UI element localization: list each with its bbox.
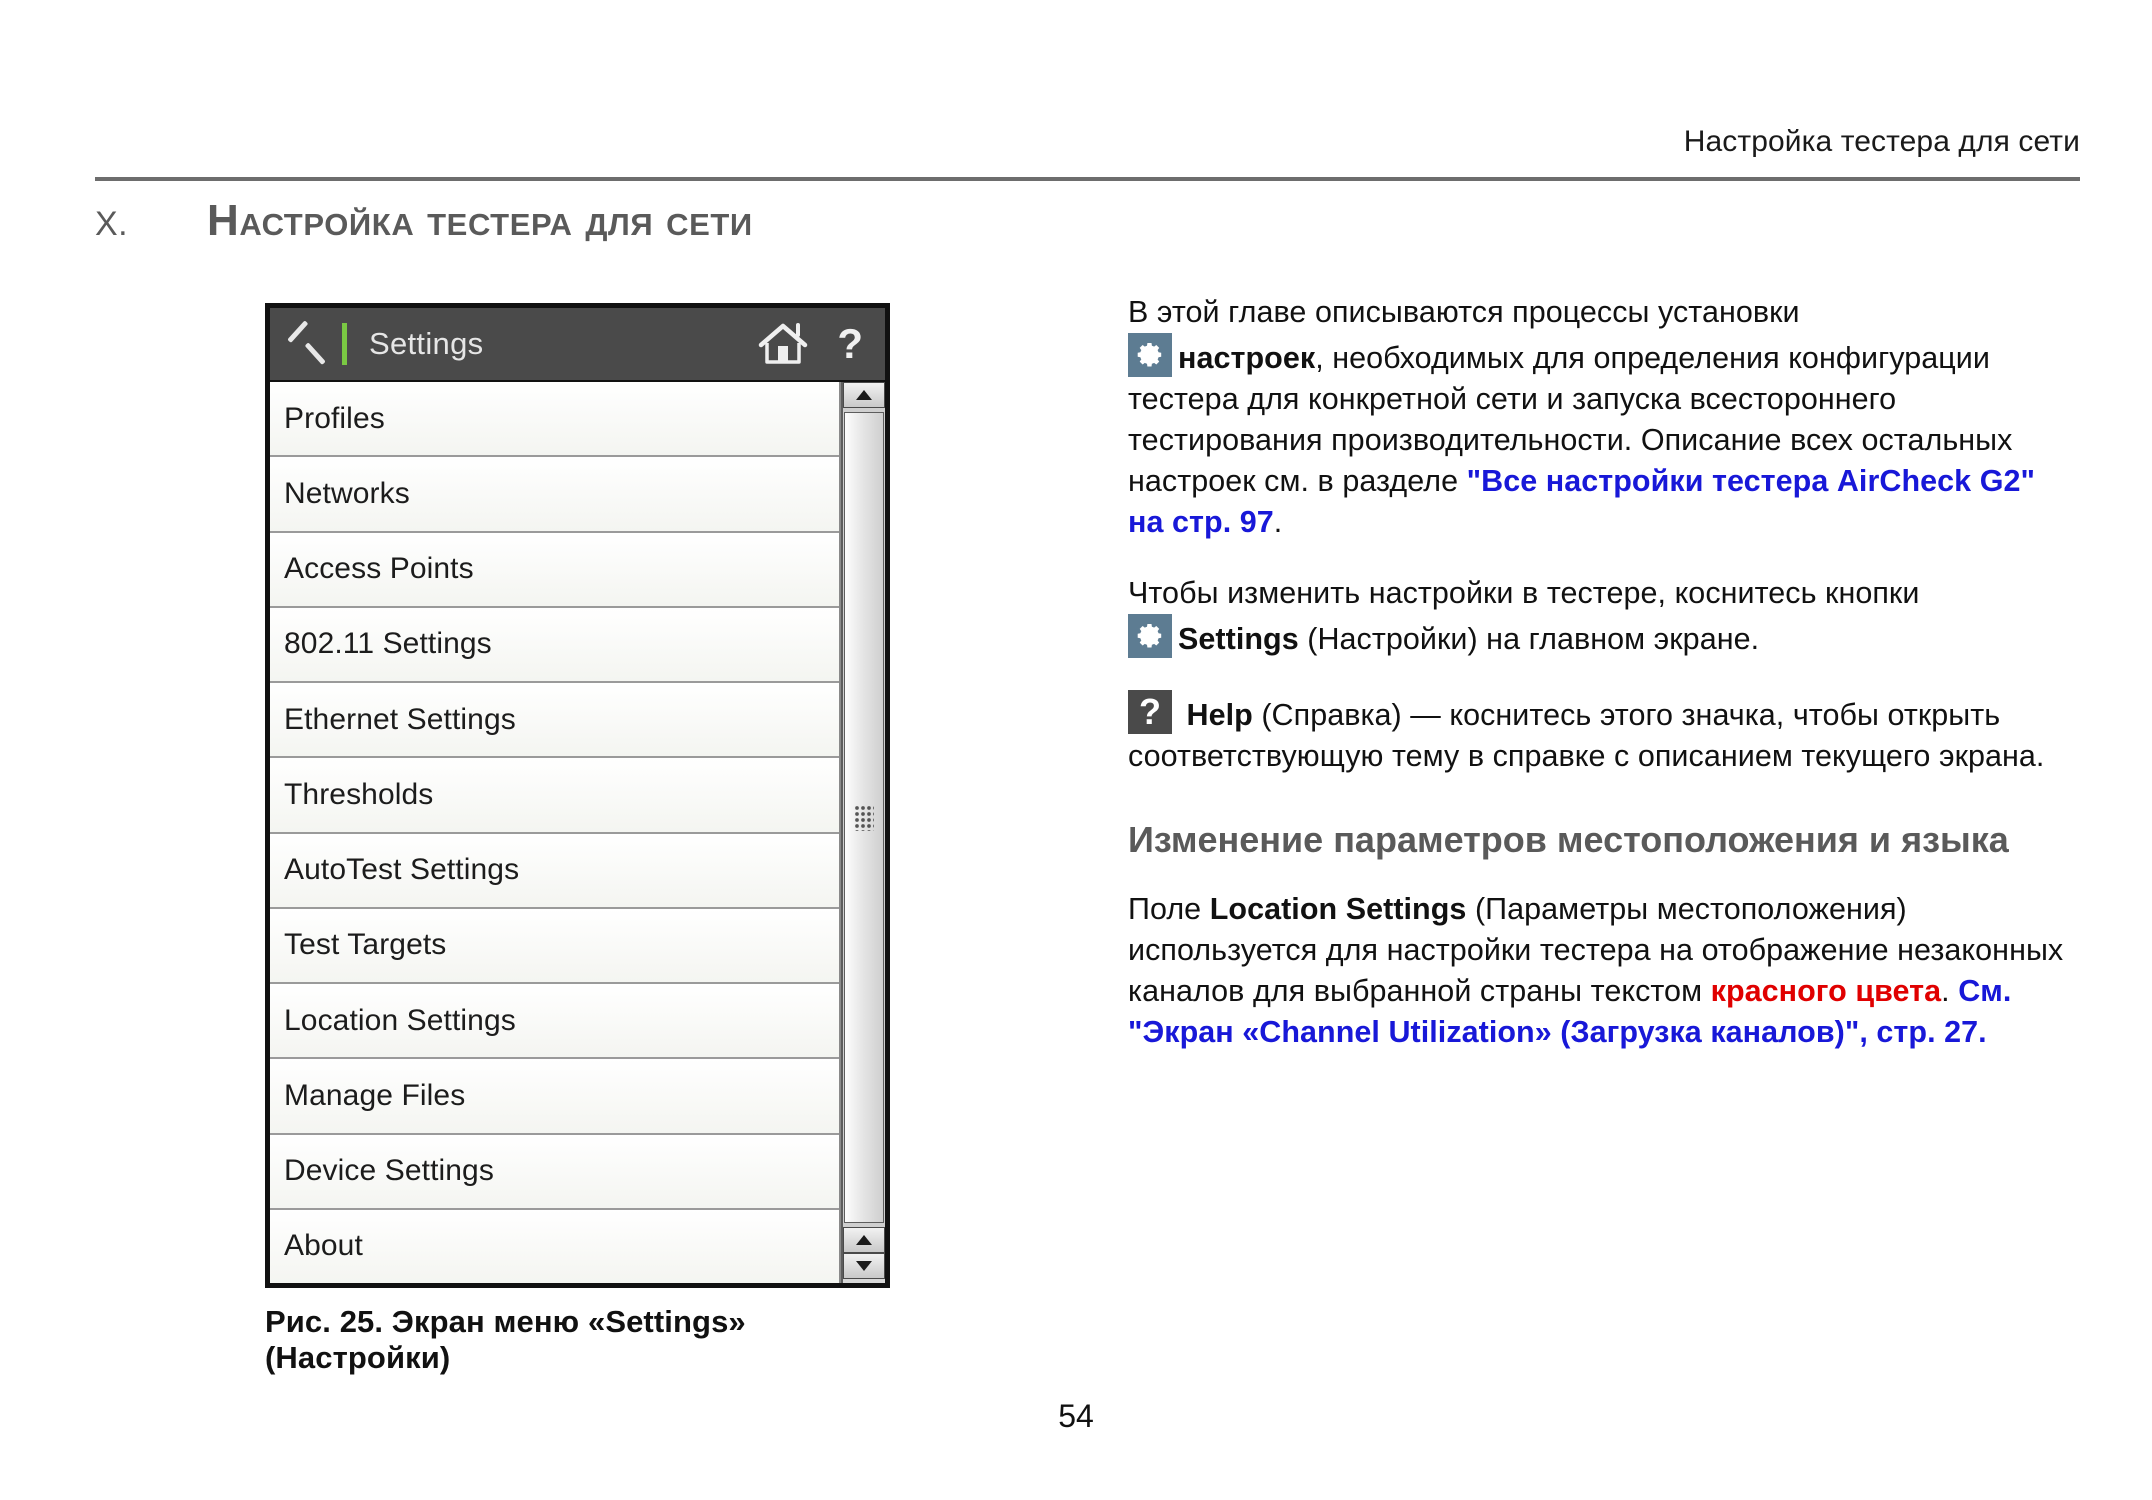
p3-bold-help: Help <box>1186 698 1253 732</box>
p1-bold-nastroek: настроек <box>1178 341 1316 375</box>
paragraph-1: В этой главе описываются процессы устано… <box>1128 292 2073 543</box>
header-rule <box>95 177 2080 181</box>
chapter-heading: X. Настройка тестера для сети <box>95 196 1495 246</box>
menu-item-ethernet-settings[interactable]: Ethernet Settings <box>270 683 839 759</box>
p1-tail: . <box>1273 505 1283 539</box>
gear-icon <box>1128 333 1172 377</box>
menu-item-about[interactable]: About <box>270 1209 839 1283</box>
menu-item-manage-files[interactable]: Manage Files <box>270 1059 839 1135</box>
menu-item-thresholds[interactable]: Thresholds <box>270 758 839 834</box>
scrollbar-bottom-buttons <box>843 1227 885 1283</box>
help-question-icon: ? <box>1128 690 1172 734</box>
p2-bold-settings: Settings <box>1178 622 1299 656</box>
home-icon[interactable] <box>757 321 809 367</box>
paragraph-3: ? Help (Справка) — коснитесь этого значк… <box>1128 690 2073 777</box>
running-header: Настройка тестера для сети <box>1683 125 2080 158</box>
scroll-up-glyph-bottom <box>856 1235 872 1245</box>
scroll-down-glyph <box>856 1261 872 1271</box>
scroll-up-arrow-icon[interactable] <box>843 382 885 408</box>
question-mark-glyph: ? <box>1138 691 1162 732</box>
p4-lead: Поле <box>1128 892 1210 926</box>
page-title: Настройка тестера для сети <box>207 196 753 245</box>
figure-caption: Рис. 25. Экран меню «Settings» (Настройк… <box>265 1304 746 1375</box>
scrollbar-thumb[interactable] <box>844 412 884 1223</box>
menu-item-test-targets[interactable]: Test Targets <box>270 908 839 984</box>
scrollbar-track[interactable] <box>843 408 885 1227</box>
menu-item-access-points[interactable]: Access Points <box>270 532 839 608</box>
device-toolbar: Settings ? <box>270 308 885 380</box>
p1-lead: В этой главе описываются процессы устано… <box>1128 295 1800 329</box>
gear-icon <box>1128 614 1172 658</box>
menu-item-location-settings[interactable]: Location Settings <box>270 984 839 1060</box>
menu-item-autotest-settings[interactable]: AutoTest Settings <box>270 833 839 909</box>
toolbar-accent-bar <box>342 323 347 365</box>
body-text-column: В этой главе описываются процессы устано… <box>1128 292 2073 1053</box>
menu-item-profiles[interactable]: Profiles <box>270 382 839 458</box>
chapter-number: X. <box>95 205 129 243</box>
scroll-down-arrow-icon[interactable] <box>843 1253 885 1279</box>
p4-red-text: красного цвета <box>1710 974 1942 1008</box>
p4-mid2: . <box>1941 974 1959 1008</box>
menu-item-device-settings[interactable]: Device Settings <box>270 1134 839 1210</box>
device-body: Profiles Networks Access Points 802.11 S… <box>270 380 885 1283</box>
menu-item-networks[interactable]: Networks <box>270 457 839 533</box>
paragraph-4: Поле Location Settings (Параметры местоп… <box>1128 889 2073 1053</box>
paragraph-2: Чтобы изменить настройки в тестере, косн… <box>1128 573 2073 660</box>
scrollbar-grip-icon <box>854 804 874 831</box>
figure-settings-screen: Settings ? Profiles Networks Access Poin… <box>265 303 905 1376</box>
page-number: 54 <box>1058 1398 1094 1434</box>
p3-tail: (Справка) — коснитесь этого значка, чтоб… <box>1128 698 2045 773</box>
device-screen-title: Settings <box>369 326 484 361</box>
p4-bold-location-settings: Location Settings <box>1209 892 1467 926</box>
section-heading-location-language: Изменение параметров местоположения и яз… <box>1128 819 2009 860</box>
settings-menu-list: Profiles Networks Access Points 802.11 S… <box>270 382 841 1283</box>
p2-lead: Чтобы изменить настройки в тестере, косн… <box>1128 576 1920 610</box>
device-screenshot: Settings ? Profiles Networks Access Poin… <box>265 303 890 1288</box>
p2-tail: (Настройки) на главном экране. <box>1298 622 1760 656</box>
back-chevron-icon[interactable] <box>288 318 328 370</box>
scroll-up-arrow-icon-bottom[interactable] <box>843 1227 885 1253</box>
help-question-icon[interactable]: ? <box>837 323 863 365</box>
scrollbar[interactable] <box>841 382 885 1283</box>
menu-item-80211-settings[interactable]: 802.11 Settings <box>270 607 839 683</box>
scroll-up-glyph <box>856 390 872 400</box>
